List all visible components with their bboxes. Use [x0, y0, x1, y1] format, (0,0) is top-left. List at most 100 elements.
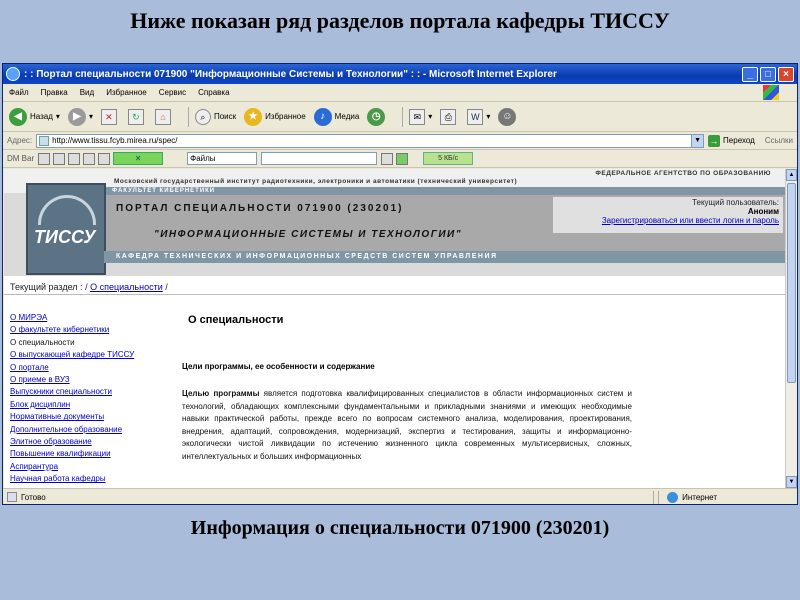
nav-item-portal[interactable]: О портале [10, 362, 180, 374]
maximize-button[interactable]: □ [760, 66, 776, 82]
chevron-down-icon[interactable]: ▼ [691, 134, 704, 147]
chevron-down-icon: ▾ [55, 112, 60, 121]
menu-edit[interactable]: Правка [41, 88, 68, 97]
page-content: ФЕДЕРАЛЬНОЕ АГЕНТСТВО ПО ОБРАЗОВАНИЮ Мос… [4, 169, 785, 488]
nav-item-specialty[interactable]: О специальности [10, 337, 180, 349]
nav-item-postgraduate[interactable]: Аспирантура [10, 461, 180, 473]
favorites-button[interactable]: ★ Избранное [244, 107, 306, 126]
menu-favorites[interactable]: Избранное [106, 88, 147, 97]
word-icon: W [467, 108, 484, 125]
search-icon: ⌕ [194, 108, 211, 125]
breadcrumb: Текущий раздел : / О специальности / [10, 282, 168, 292]
star-icon: ★ [244, 107, 263, 126]
university-name: Московский государственный институт ради… [114, 178, 518, 185]
faculty-name: ФАКУЛЬТЕТ КИБЕРНЕТИКИ [104, 187, 785, 195]
download-icon[interactable] [396, 152, 409, 165]
address-url: http://www.tissu.fcyb.mirea.ru/spec/ [52, 136, 178, 145]
dm-url-input[interactable] [261, 152, 378, 165]
go-arrow-icon: → [708, 134, 721, 147]
forward-button[interactable]: ▶ ▾ [67, 107, 93, 126]
department-name: КАФЕДРА ТЕХНИЧЕСКИХ И ИНФОРМАЦИОННЫХ СРЕ… [104, 251, 785, 263]
back-button[interactable]: ◀ Назад ▾ [9, 107, 60, 126]
scroll-down-icon[interactable]: ▼ [786, 476, 797, 488]
current-user-label: Текущий пользователь: [692, 198, 779, 207]
dm-settings-icon[interactable] [98, 152, 111, 165]
scroll-thumb[interactable] [787, 183, 796, 383]
portal-title: ПОРТАЛ СПЕЦИАЛЬНОСТИ 071900 (230201) [116, 203, 404, 214]
menu-bar: Файл Правка Вид Избранное Сервис Справка [3, 84, 797, 102]
zone-label: Интернет [682, 492, 717, 502]
breadcrumb-separator: / [85, 282, 88, 292]
nav-item-department[interactable]: О выпускающей кафедре ТИССУ [10, 349, 180, 361]
portal-subtitle: "ИНФОРМАЦИОННЫЕ СИСТЕМЫ И ТЕХНОЛОГИИ" [154, 229, 462, 240]
section-heading: Цели программы, ее особенности и содержа… [182, 362, 375, 371]
chevron-down-icon: ▾ [88, 112, 93, 121]
history-button[interactable]: ◷ [367, 107, 388, 126]
user-panel: Текущий пользователь: Аноним Зарегистрир… [553, 197, 783, 233]
media-button[interactable]: ♪ Медиа [313, 107, 360, 126]
paragraph-body: является подготовка квалифицированных сп… [182, 389, 632, 461]
links-button[interactable]: Ссылки [765, 136, 793, 145]
slide-caption: Информация о специальности 071900 (23020… [190, 517, 610, 539]
mail-button[interactable]: ✉ ▾ [409, 108, 432, 125]
breadcrumb-link[interactable]: О специальности [90, 282, 163, 292]
nav-item-elite-education[interactable]: Элитное образование [10, 436, 180, 448]
forward-arrow-icon: ▶ [67, 107, 86, 126]
print-icon: ⎙ [440, 108, 457, 125]
window-title: : : Портал специальности 071900 "Информа… [24, 68, 557, 80]
scroll-up-icon[interactable]: ▲ [786, 169, 797, 181]
register-login-link[interactable]: Зарегистрироваться или ввести логин и па… [553, 216, 779, 225]
address-label: Адрес: [7, 136, 33, 145]
menu-file[interactable]: Файл [9, 88, 29, 97]
mail-icon: ✉ [409, 108, 426, 125]
standard-toolbar: ◀ Назад ▾ ▶ ▾ ✕ ↻ ⌂ ⌕ Поиск ★ Избранное … [3, 102, 797, 132]
browser-window: : : Портал специальности 071900 "Информа… [2, 63, 798, 505]
home-button[interactable]: ⌂ [154, 108, 174, 125]
article-paragraph: Целью программы является подготовка квал… [182, 388, 632, 463]
ie-icon [6, 67, 20, 81]
dm-graph-button[interactable]: ✕ [113, 152, 164, 165]
tissu-logo[interactable]: ТИССУ [26, 183, 106, 275]
page-icon [7, 492, 17, 502]
dm-tool-icon[interactable] [68, 152, 81, 165]
nav-item-faculty[interactable]: О факультете кибернетики [10, 324, 180, 336]
menu-help[interactable]: Справка [198, 88, 229, 97]
nav-item-disciplines[interactable]: Блок дисциплин [10, 399, 180, 411]
menu-tools[interactable]: Сервис [159, 88, 186, 97]
nav-item-mirea[interactable]: О МИРЭА [10, 312, 180, 324]
search-button[interactable]: ⌕ Поиск [194, 108, 236, 125]
dm-tool-icon[interactable] [38, 152, 51, 165]
nav-item-research[interactable]: Научная работа кафедры [10, 473, 180, 485]
nav-item-additional-education[interactable]: Дополнительное образование [10, 424, 180, 436]
go-button[interactable]: → Переход [708, 134, 755, 147]
address-bar: Адрес: http://www.tissu.fcyb.mirea.ru/sp… [3, 132, 797, 150]
vertical-scrollbar[interactable]: ▲ ▼ [785, 169, 797, 488]
dm-add-icon[interactable] [53, 152, 66, 165]
dm-search-icon[interactable] [381, 152, 394, 165]
nav-item-admission[interactable]: О приеме в ВУЗ [10, 374, 180, 386]
history-icon: ◷ [367, 107, 386, 126]
breadcrumb-separator: / [165, 282, 168, 292]
media-icon: ♪ [313, 107, 332, 126]
dm-files-select[interactable]: Файлы [187, 152, 258, 165]
status-text: Готово [21, 492, 46, 502]
nav-item-graduates[interactable]: Выпускники специальности [10, 386, 180, 398]
stop-button[interactable]: ✕ [100, 108, 120, 125]
status-divider [653, 490, 655, 504]
dm-bar-label: DM Bar [7, 154, 35, 163]
nav-item-documents[interactable]: Нормативные документы [10, 411, 180, 423]
minimize-button[interactable]: _ [742, 66, 758, 82]
page-heading: О специальности [188, 314, 284, 326]
nav-item-qualification[interactable]: Повышение квалификации [10, 448, 180, 460]
files-label: Файлы [190, 154, 216, 163]
messenger-button[interactable]: ☺ [498, 107, 519, 126]
address-input[interactable]: http://www.tissu.fcyb.mirea.ru/spec/ ▼ [36, 133, 705, 148]
print-button[interactable]: ⎙ [440, 108, 459, 125]
refresh-button[interactable]: ↻ [127, 108, 147, 125]
edit-button[interactable]: W ▾ [467, 108, 490, 125]
status-bar: Готово Интернет [3, 488, 797, 505]
menu-view[interactable]: Вид [80, 88, 94, 97]
close-button[interactable]: × [778, 66, 794, 82]
media-label: Медиа [334, 112, 360, 121]
dm-tool-icon[interactable] [83, 152, 96, 165]
